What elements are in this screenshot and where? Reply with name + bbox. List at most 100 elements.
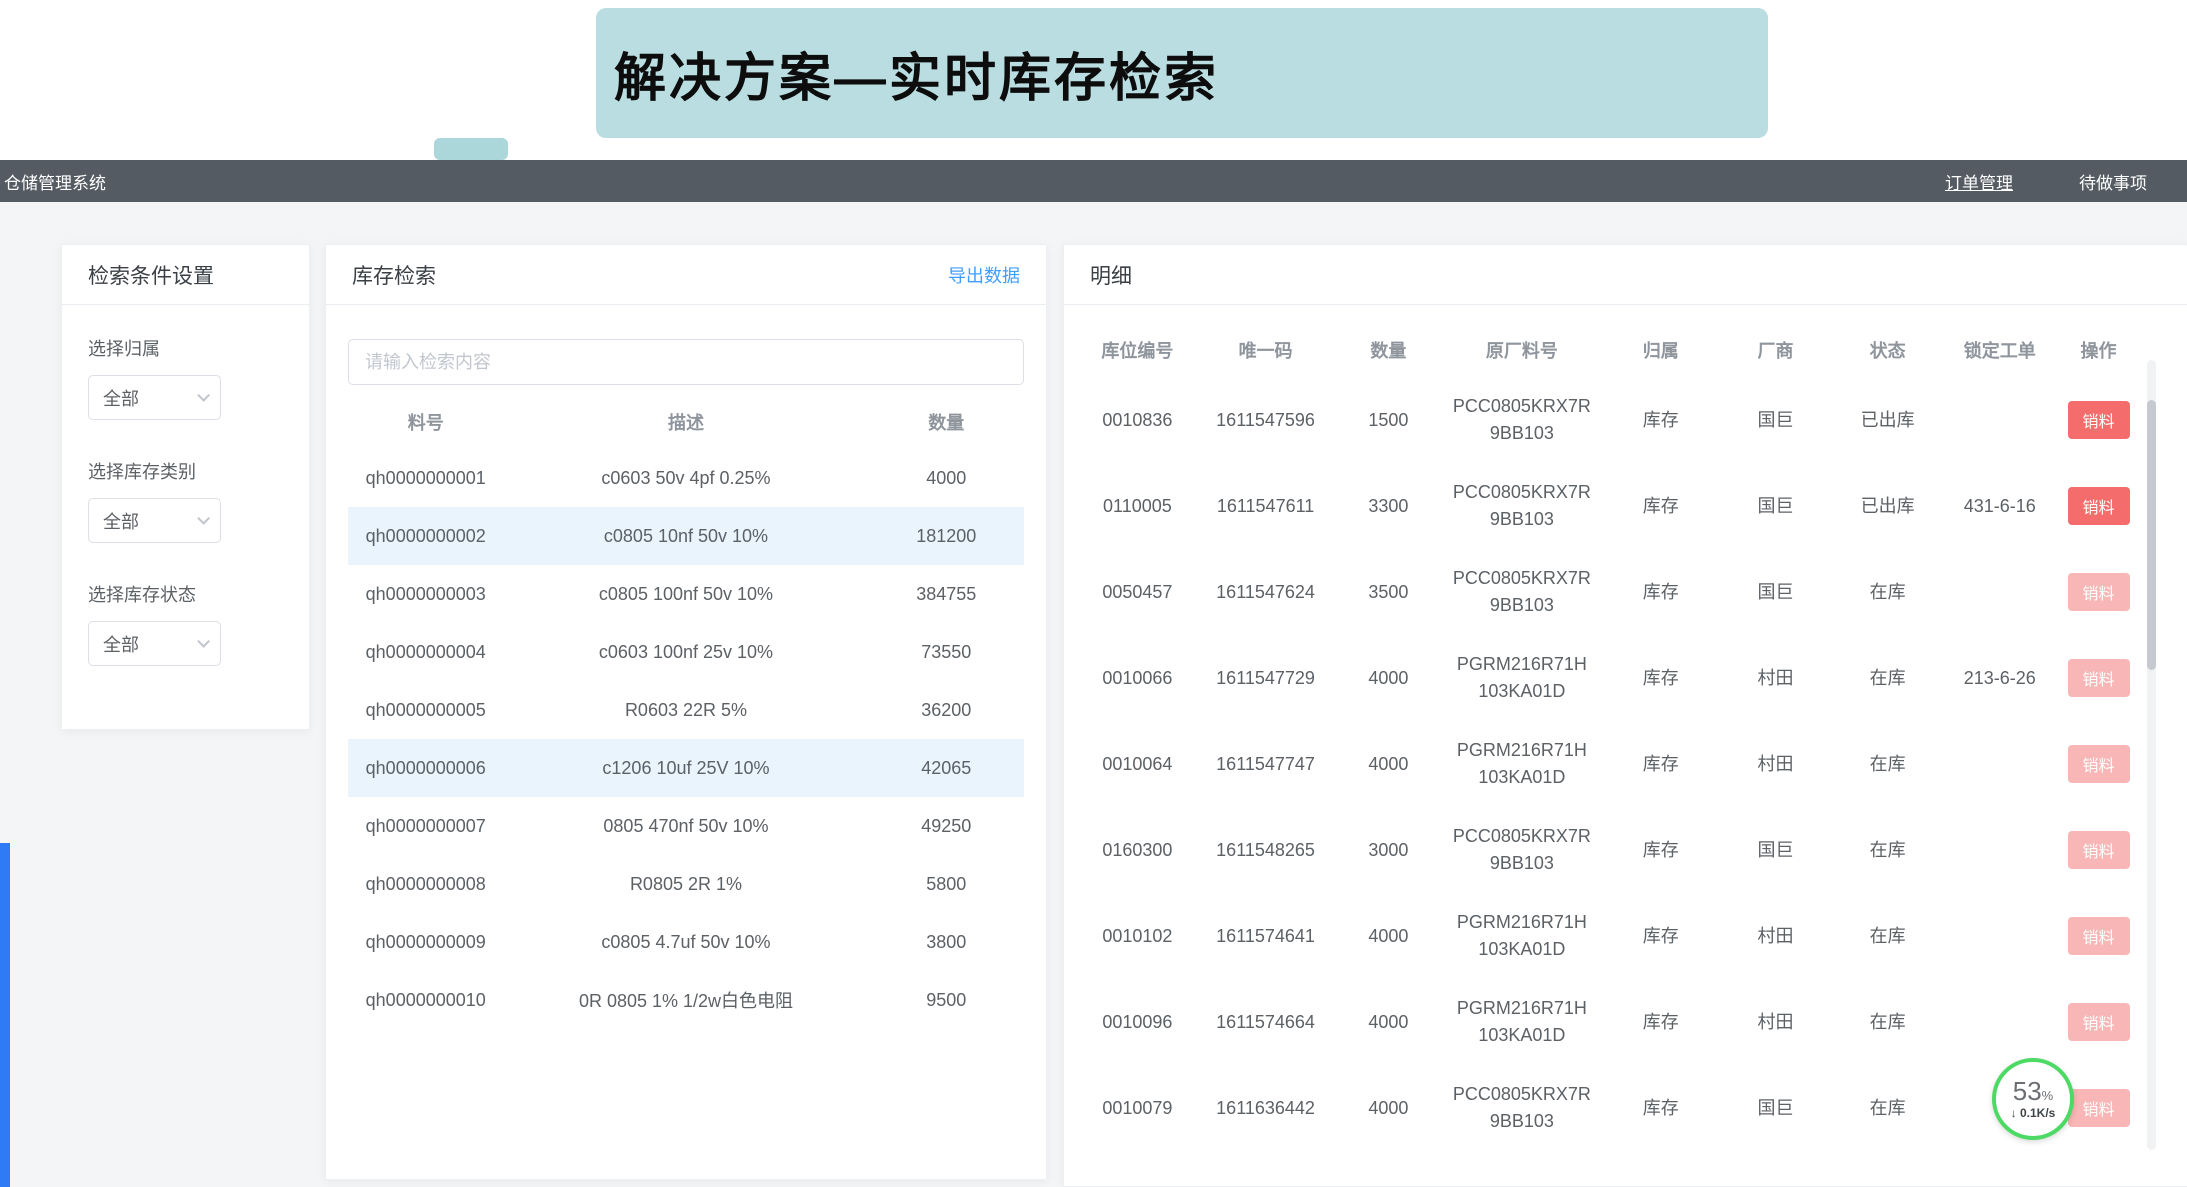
inventory-table-header: 料号 描述 数量 [348, 395, 1024, 449]
top-navbar: 仓储管理系统 订单管理 待做事项 [0, 160, 2187, 202]
sell-material-button[interactable]: 销料 [2068, 831, 2130, 869]
nav-link-order-management[interactable]: 订单管理 [1945, 169, 2013, 194]
inventory-cell-desc: c0805 4.7uf 50v 10% [503, 932, 868, 953]
column-header-location: 库位编号 [1076, 337, 1199, 363]
detail-cell-qty: 1500 [1332, 407, 1444, 434]
sell-material-button[interactable]: 销料 [2068, 573, 2130, 611]
filter-group-status: 选择库存状态 全部 [88, 581, 283, 666]
detail-cell-uid: 1611547624 [1199, 579, 1333, 606]
detail-cell-uid: 1611574664 [1199, 1009, 1333, 1036]
detail-cell-location: 0010096 [1076, 1009, 1199, 1036]
inventory-row[interactable]: qh0000000006c1206 10uf 25V 10%42065 [348, 739, 1024, 797]
detail-cell-action: 销料 [2053, 573, 2144, 611]
search-input[interactable] [348, 339, 1024, 385]
banner-tab [434, 138, 508, 160]
column-header-part: 料号 [348, 409, 503, 435]
detail-cell-qty: 4000 [1332, 923, 1444, 950]
detail-cell-status: 在库 [1829, 665, 1946, 692]
detail-cell-owner: 库存 [1599, 1095, 1722, 1122]
status-select-value: 全部 [103, 631, 139, 657]
app-brand: 仓储管理系统 [4, 169, 106, 194]
network-speed-widget[interactable]: 53% ↓ 0.1K/s [1992, 1058, 2074, 1140]
inventory-cell-part: qh0000000007 [348, 816, 503, 837]
sell-material-button[interactable]: 销料 [2068, 745, 2130, 783]
inventory-cell-part: qh0000000003 [348, 584, 503, 605]
chevron-down-icon [197, 389, 210, 402]
detail-cell-mpn: PCC0805KRX7R9BB103 [1444, 479, 1599, 533]
sell-material-button[interactable]: 销料 [2068, 659, 2130, 697]
detail-cell-uid: 1611548265 [1199, 837, 1333, 864]
inventory-row[interactable]: qh0000000003c0805 100nf 50v 10%384755 [348, 565, 1024, 623]
detail-cell-status: 已出库 [1829, 407, 1946, 434]
inventory-row[interactable]: qh0000000009c0805 4.7uf 50v 10%3800 [348, 913, 1024, 971]
owner-select-value: 全部 [103, 385, 139, 411]
page-title: 解决方案—实时库存检索 [614, 36, 1219, 111]
inventory-row[interactable]: qh0000000001c0603 50v 4pf 0.25%4000 [348, 449, 1024, 507]
sell-material-button[interactable]: 销料 [2068, 401, 2130, 439]
column-header-order: 锁定工单 [1946, 337, 2053, 363]
detail-cell-status: 在库 [1829, 579, 1946, 606]
inventory-cell-part: qh0000000004 [348, 642, 503, 663]
export-data-link[interactable]: 导出数据 [948, 262, 1020, 288]
detail-row: 005045716115476243500PCC0805KRX7R9BB103库… [1076, 549, 2144, 635]
inventory-row[interactable]: qh0000000002c0805 10nf 50v 10%181200 [348, 507, 1024, 565]
detail-row: 001010216115746414000PGRM216R71H103KA01D… [1076, 893, 2144, 979]
detail-cell-owner: 库存 [1599, 923, 1722, 950]
detail-cell-action: 销料 [2053, 745, 2144, 783]
detail-panel: 明细 库位编号 唯一码 数量 原厂料号 归属 厂商 状态 锁定工单 操作 001… [1063, 244, 2187, 1187]
detail-cell-owner: 库存 [1599, 1009, 1722, 1036]
inventory-cell-qty: 384755 [869, 584, 1024, 605]
detail-cell-mpn: PGRM216R71H103KA01D [1444, 737, 1599, 791]
filter-panel-title: 检索条件设置 [88, 260, 214, 290]
inventory-cell-qty: 4000 [869, 468, 1024, 489]
inventory-cell-qty: 9500 [869, 990, 1024, 1011]
column-header-uid: 唯一码 [1199, 337, 1333, 363]
speed-percent: 53% [2013, 1078, 2053, 1104]
filter-group-category: 选择库存类别 全部 [88, 458, 283, 543]
inventory-cell-qty: 42065 [869, 758, 1024, 779]
detail-cell-owner: 库存 [1599, 665, 1722, 692]
detail-cell-vendor: 村田 [1722, 751, 1829, 778]
detail-row: 016030016115482653000PCC0805KRX7R9BB103库… [1076, 807, 2144, 893]
detail-cell-location: 0010064 [1076, 751, 1199, 778]
inventory-cell-part: qh0000000008 [348, 874, 503, 895]
column-header-vendor: 厂商 [1722, 337, 1829, 363]
detail-cell-vendor: 国巨 [1722, 1095, 1829, 1122]
inventory-row[interactable]: qh00000000070805 470nf 50v 10%49250 [348, 797, 1024, 855]
detail-row: 011000516115476113300PCC0805KRX7R9BB103库… [1076, 463, 2144, 549]
detail-scrollbar-track[interactable] [2147, 360, 2156, 1150]
detail-cell-action: 销料 [2053, 917, 2144, 955]
category-select[interactable]: 全部 [88, 498, 221, 543]
inventory-cell-part: qh0000000010 [348, 990, 503, 1011]
inventory-cell-desc: R0603 22R 5% [503, 700, 868, 721]
inventory-row[interactable]: qh0000000004c0603 100nf 25v 10%73550 [348, 623, 1024, 681]
chevron-down-icon [197, 635, 210, 648]
nav-link-todo-items[interactable]: 待做事项 [2079, 169, 2147, 194]
sell-material-button[interactable]: 销料 [2068, 1089, 2130, 1127]
chevron-down-icon [197, 512, 210, 525]
detail-scrollbar-thumb[interactable] [2147, 400, 2156, 670]
inventory-row[interactable]: qh00000000100R 0805 1% 1/2w白色电阻9500 [348, 971, 1024, 1029]
inventory-row[interactable]: qh0000000008R0805 2R 1%5800 [348, 855, 1024, 913]
filter-panel-body: 选择归属 全部 选择库存类别 全部 选择库存状态 全部 [62, 305, 309, 734]
inventory-panel-header: 库存检索 导出数据 [326, 245, 1046, 305]
detail-row: 001006416115477474000PGRM216R71H103KA01D… [1076, 721, 2144, 807]
inventory-row[interactable]: qh0000000005R0603 22R 5%36200 [348, 681, 1024, 739]
inventory-cell-qty: 49250 [869, 816, 1024, 837]
sell-material-button[interactable]: 销料 [2068, 1003, 2130, 1041]
inventory-cell-part: qh0000000002 [348, 526, 503, 547]
column-header-desc: 描述 [503, 409, 868, 435]
inventory-cell-desc: 0R 0805 1% 1/2w白色电阻 [503, 987, 868, 1013]
filter-label: 选择归属 [88, 335, 283, 361]
detail-cell-uid: 1611636442 [1199, 1095, 1333, 1122]
detail-cell-mpn: PCC0805KRX7R9BB103 [1444, 823, 1599, 877]
status-select[interactable]: 全部 [88, 621, 221, 666]
owner-select[interactable]: 全部 [88, 375, 221, 420]
sell-material-button[interactable]: 销料 [2068, 917, 2130, 955]
sell-material-button[interactable]: 销料 [2068, 487, 2130, 525]
column-header-action: 操作 [2053, 337, 2144, 363]
detail-row: 001009616115746644000PGRM216R71H103KA01D… [1076, 979, 2144, 1065]
category-select-value: 全部 [103, 508, 139, 534]
detail-cell-vendor: 村田 [1722, 665, 1829, 692]
detail-cell-qty: 3000 [1332, 837, 1444, 864]
